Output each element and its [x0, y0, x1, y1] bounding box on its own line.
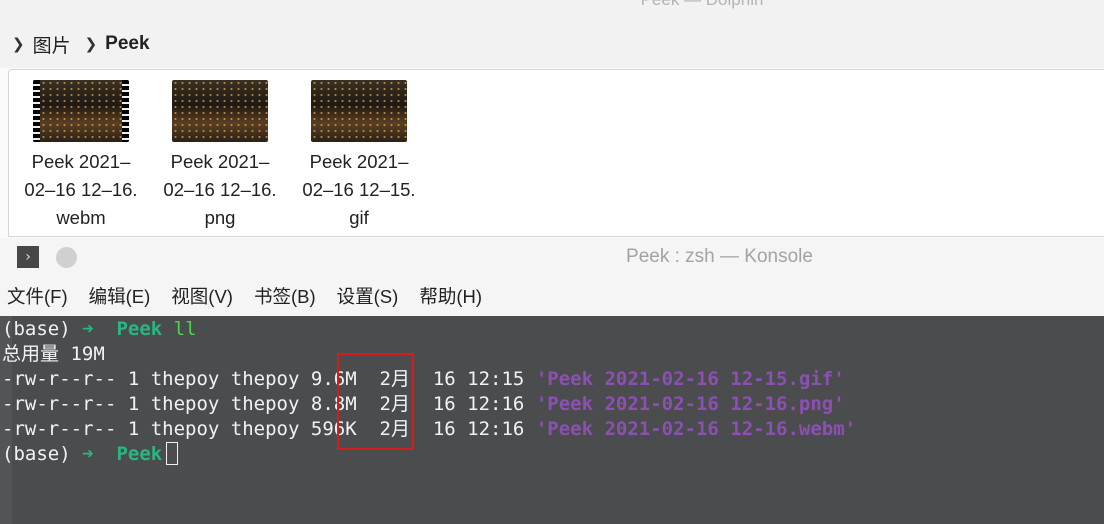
entry-filename: 'Peek 2021-02-16 12-16.webm' — [535, 418, 857, 440]
image-thumbnail — [172, 80, 268, 142]
image-thumbnail — [311, 80, 407, 142]
video-thumbnail — [33, 80, 129, 142]
terminal-line-entry: -rw-r--r-- 1 thepoy thepoy 9.6M 2月 16 12… — [2, 367, 845, 392]
terminal-line-prompt: (base) ➜ Peek — [2, 442, 179, 467]
file-name-line: Peek 2021– — [170, 151, 270, 172]
file-name-line: gif — [349, 207, 369, 228]
file-item-gif[interactable]: Peek 2021– 02–16 12–15. gif — [291, 80, 427, 232]
file-view[interactable]: Peek 2021– 02–16 12–16. webm Peek 2021– … — [8, 69, 1104, 237]
menu-settings[interactable]: 设置(S) — [337, 283, 399, 309]
prompt-env: (base) — [2, 318, 71, 340]
prompt-env: (base) — [2, 443, 71, 465]
terminal-line-prompt: (base) ➜ Peek ll — [2, 317, 197, 342]
file-item-png[interactable]: Peek 2021– 02–16 12–16. png — [152, 80, 288, 232]
terminal-line-entry: -rw-r--r-- 1 thepoy thepoy 596K 2月 16 12… — [2, 417, 856, 442]
menu-bookmarks[interactable]: 书签(B) — [254, 283, 316, 309]
file-name-line: webm — [56, 207, 106, 228]
file-item-webm[interactable]: Peek 2021– 02–16 12–16. webm — [13, 80, 149, 232]
file-name-line: Peek 2021– — [309, 151, 409, 172]
chevron-right-icon: ❯ — [84, 36, 98, 53]
prompt-directory: Peek — [116, 318, 163, 340]
entry-filename: 'Peek 2021-02-16 12-16.png' — [535, 393, 845, 415]
breadcrumb: ❯ 图片 ❯ Peek — [0, 20, 1104, 68]
prompt-arrow-icon: ➜ — [82, 443, 94, 465]
chevron-right-icon: ❯ — [12, 36, 25, 53]
file-name-line: png — [204, 207, 236, 228]
breadcrumb-item-peek[interactable]: Peek — [105, 33, 149, 55]
menu-file[interactable]: 文件(F) — [7, 283, 68, 309]
dolphin-titlebar: Peek — Dolphin — [0, 0, 1104, 20]
prompt-arrow-icon: ➜ — [82, 318, 94, 340]
entry-filename: 'Peek 2021-02-16 12-15.gif' — [535, 368, 845, 390]
breadcrumb-item-pictures[interactable]: 图片 — [33, 31, 71, 58]
konsole-menubar: 文件(F) 编辑(E) 视图(V) 书签(B) 设置(S) 帮助(H) — [0, 276, 1104, 316]
film-strip-icon — [122, 80, 129, 142]
konsole-titlebar[interactable]: › Peek : zsh — Konsole — [0, 238, 1104, 276]
entry-perms: -rw-r--r-- 1 thepoy thepoy — [2, 418, 300, 440]
entry-perms: -rw-r--r-- 1 thepoy thepoy — [2, 393, 300, 415]
prompt-command: ll — [173, 318, 197, 340]
terminal-line-entry: -rw-r--r-- 1 thepoy thepoy 8.8M 2月 16 12… — [2, 392, 845, 417]
terminal-area[interactable]: (base) ➜ Peek ll 总用量 19M -rw-r--r-- 1 th… — [0, 316, 1104, 524]
konsole-window-title: Peek : zsh — Konsole — [626, 246, 813, 267]
film-strip-icon — [33, 80, 40, 142]
dolphin-window-title: Peek — Dolphin — [0, 0, 1104, 10]
menu-help[interactable]: 帮助(H) — [419, 283, 482, 309]
file-name-line: 02–16 12–16. — [163, 179, 277, 200]
file-name-line: 02–16 12–15. — [302, 179, 416, 200]
entry-perms: -rw-r--r-- 1 thepoy thepoy — [2, 368, 300, 390]
menu-edit[interactable]: 编辑(E) — [89, 283, 151, 309]
text-cursor — [166, 442, 179, 465]
file-name-line: 02–16 12–16. — [24, 179, 138, 200]
menu-view[interactable]: 视图(V) — [171, 283, 233, 309]
terminal-line-total: 总用量 19M — [2, 343, 105, 365]
prompt-directory: Peek — [116, 443, 163, 465]
file-name-line: Peek 2021– — [31, 151, 131, 172]
size-highlight-box — [337, 353, 414, 450]
